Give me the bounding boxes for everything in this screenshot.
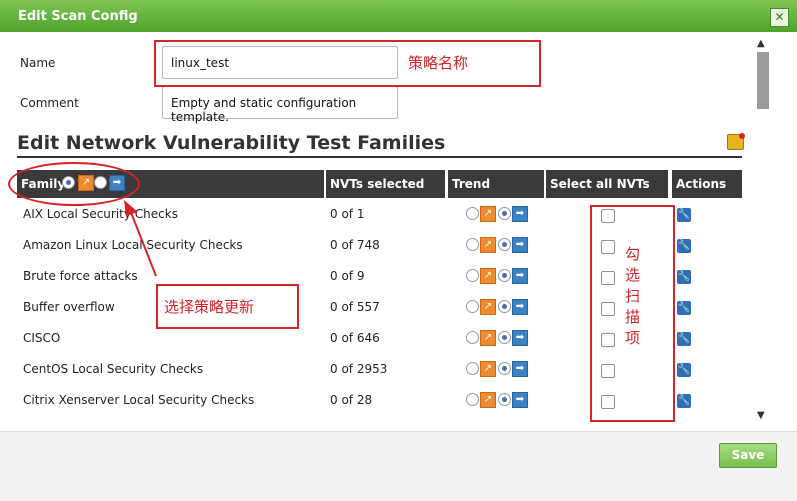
trend-static-radio[interactable] [498, 269, 511, 282]
save-button[interactable]: Save [719, 443, 777, 468]
header-actions: Actions [672, 170, 742, 198]
nvts-selected: 0 of 557 [330, 300, 380, 314]
trend-up-icon: ↗ [480, 268, 496, 284]
section-title: Edit Network Vulnerability Test Families [17, 132, 446, 154]
header-select-all-label: Select all NVTs [550, 177, 650, 191]
trend-up-icon: ↗ [480, 392, 496, 408]
family-name[interactable]: CentOS Local Security Checks [23, 362, 203, 376]
comment-field[interactable]: Empty and static configuration template. [162, 86, 398, 124]
nvts-selected: 0 of 1 [330, 207, 365, 221]
trend-dynamic-radio[interactable] [466, 269, 479, 282]
trend-same-icon: ➡ [512, 361, 528, 377]
trend-same-icon: ➡ [512, 299, 528, 315]
header-nvts-selected: NVTs selected [326, 170, 445, 198]
name-label: Name [20, 56, 56, 70]
family-name[interactable]: CISCO [23, 331, 60, 345]
trend-static-radio[interactable] [498, 393, 511, 406]
trend-up-icon: ↗ [480, 299, 496, 315]
trend-static-radio[interactable] [498, 300, 511, 313]
dialog-titlebar: Edit Scan Config ✕ [0, 0, 797, 32]
family-name[interactable]: Citrix Xenserver Local Security Checks [23, 393, 254, 407]
nvts-selected: 0 of 2953 [330, 362, 388, 376]
trend-dynamic-radio[interactable] [466, 207, 479, 220]
annotation-select-policy-update: 选择策略更新 [164, 298, 255, 316]
trend-dynamic-radio[interactable] [466, 331, 479, 344]
annotation-policy-name: 策略名称 [408, 54, 469, 72]
nvts-selected: 0 of 9 [330, 269, 365, 283]
annotation-arrow [124, 200, 157, 277]
trend-dynamic-radio[interactable] [466, 393, 479, 406]
trend-dynamic-radio[interactable] [466, 238, 479, 251]
trend-same-icon: ➡ [512, 237, 528, 253]
edit-family-wrench-icon[interactable]: 🔧 [677, 270, 691, 284]
trend-static-radio[interactable] [498, 331, 511, 344]
trend-up-icon: ↗ [480, 237, 496, 253]
annotation-name-box [154, 40, 541, 87]
header-select-all: Select all NVTs [546, 170, 668, 198]
nvts-selected: 0 of 748 [330, 238, 380, 252]
scroll-up-arrow-icon[interactable]: ▲ [757, 38, 765, 49]
trend-static-radio[interactable] [498, 362, 511, 375]
annotation-check-scan-items: 勾选扫描项 [625, 245, 641, 347]
section-divider [17, 156, 742, 158]
trend-same-icon: ➡ [512, 392, 528, 408]
trend-same-icon: ➡ [512, 268, 528, 284]
comment-label: Comment [20, 96, 79, 110]
trend-same-icon: ➡ [512, 330, 528, 346]
edit-family-wrench-icon[interactable]: 🔧 [677, 332, 691, 346]
header-nvts-selected-label: NVTs selected [330, 177, 425, 191]
trend-dynamic-radio[interactable] [466, 362, 479, 375]
trend-same-icon: ➡ [512, 206, 528, 222]
close-button[interactable]: ✕ [770, 8, 789, 27]
scroll-down-arrow-icon[interactable]: ▼ [757, 410, 765, 421]
edit-family-wrench-icon[interactable]: 🔧 [677, 301, 691, 315]
nvts-selected: 0 of 28 [330, 393, 373, 407]
trend-static-radio[interactable] [498, 207, 511, 220]
edit-family-wrench-icon[interactable]: 🔧 [677, 394, 691, 408]
header-trend: Trend [448, 170, 544, 198]
edit-family-wrench-icon[interactable]: 🔧 [677, 363, 691, 377]
dialog-footer [0, 431, 797, 501]
family-name[interactable]: Buffer overflow [23, 300, 115, 314]
trend-up-icon: ↗ [480, 361, 496, 377]
trend-up-icon: ↗ [480, 206, 496, 222]
add-note-icon[interactable] [727, 133, 745, 150]
dialog-title: Edit Scan Config [18, 9, 138, 24]
scrollbar-thumb[interactable] [757, 52, 769, 109]
edit-family-wrench-icon[interactable]: 🔧 [677, 208, 691, 222]
nvts-selected: 0 of 646 [330, 331, 380, 345]
trend-dynamic-radio[interactable] [466, 300, 479, 313]
edit-family-wrench-icon[interactable]: 🔧 [677, 239, 691, 253]
trend-static-radio[interactable] [498, 238, 511, 251]
trend-up-icon: ↗ [480, 330, 496, 346]
header-trend-label: Trend [452, 177, 491, 191]
header-actions-label: Actions [676, 177, 727, 191]
